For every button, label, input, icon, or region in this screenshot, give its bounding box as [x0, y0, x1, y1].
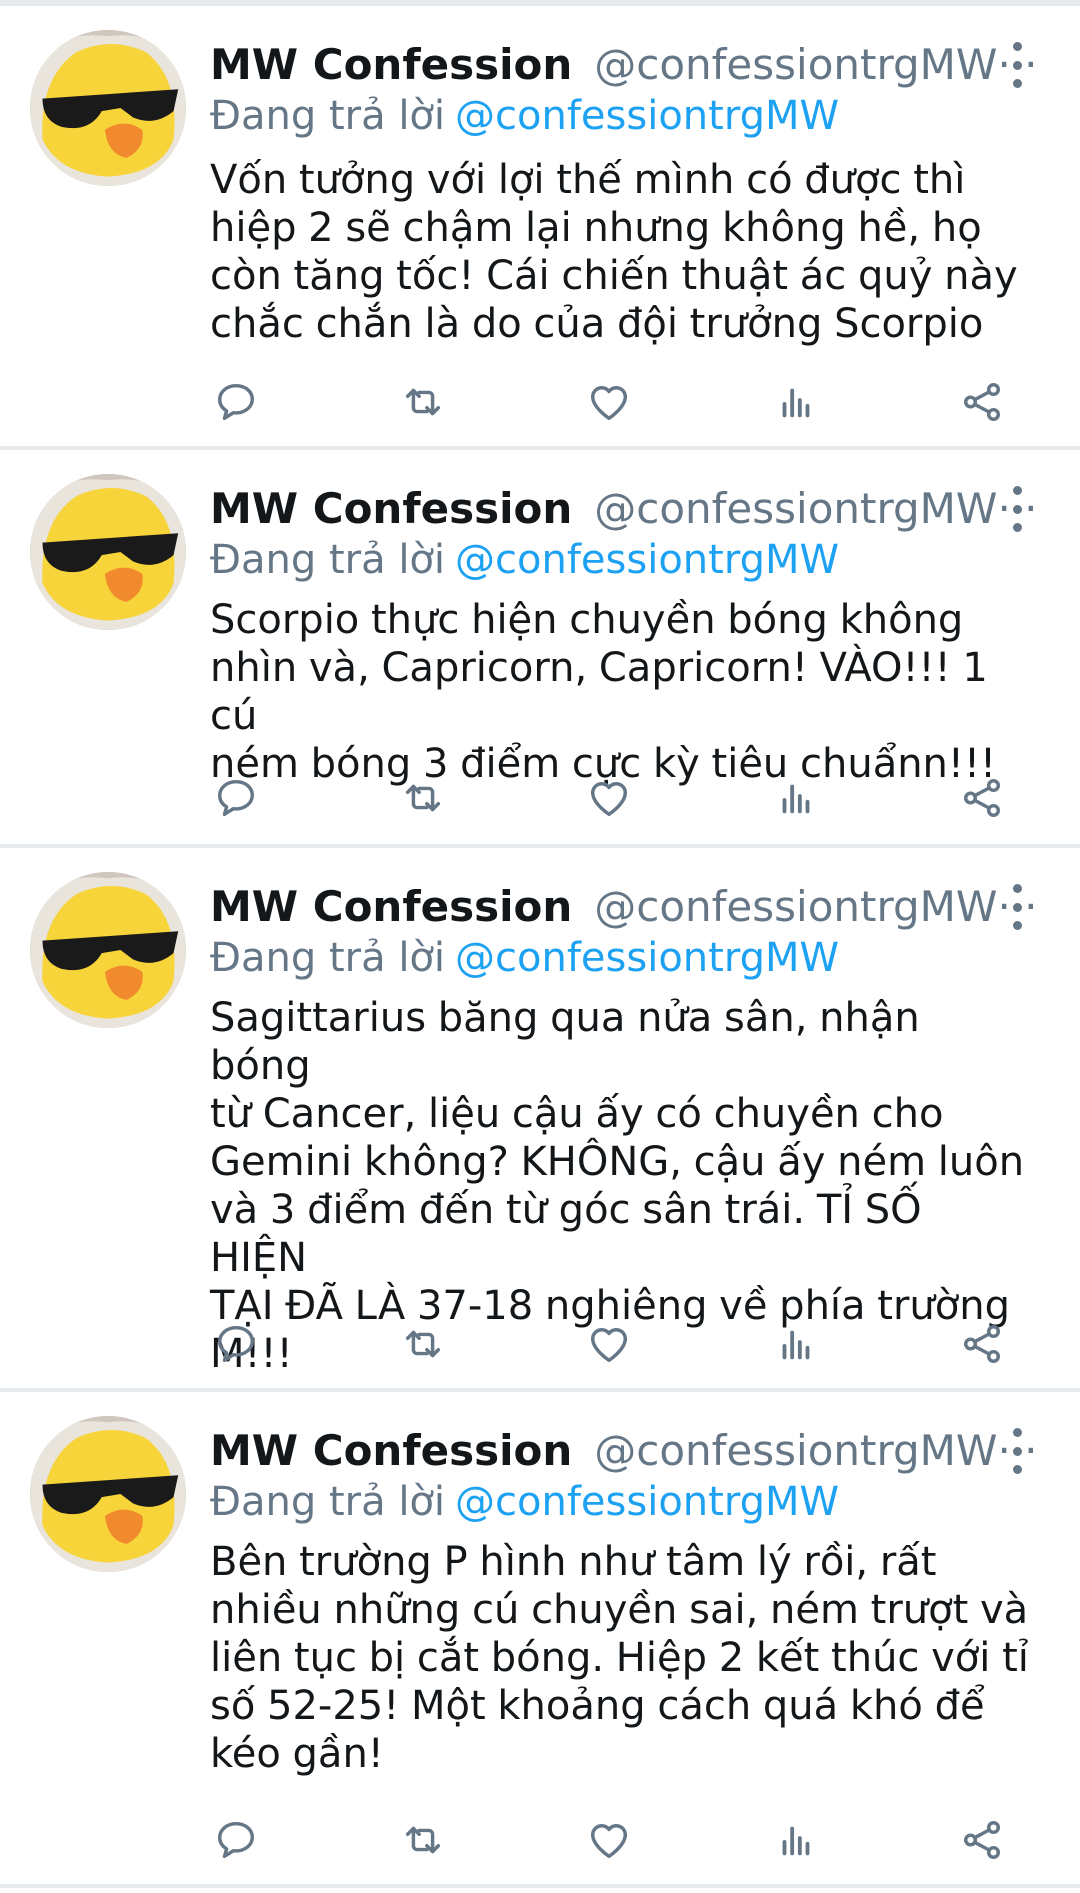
text-line: nhìn và, Capricorn, Capricorn! VÀO!!! 1 …	[210, 645, 988, 739]
replying-to: Đang trả lời @confessiontrgMW	[210, 928, 839, 988]
author-name[interactable]: MW Confession	[210, 882, 572, 931]
author-name[interactable]: MW Confession	[210, 484, 572, 533]
text-line: Bên trường P hình như tâm lý rồi, rất	[210, 1539, 937, 1585]
reply-mention[interactable]: @confessiontrgMW	[455, 93, 839, 139]
text-line: còn tăng tốc! Cái chiến thuật ác quỷ này	[210, 253, 1018, 299]
author-handle[interactable]: @confessiontrgMW···	[594, 484, 1037, 533]
text-line: chắc chắn là do của đội trưởng Scorpio	[210, 301, 984, 347]
retweet-icon[interactable]	[393, 1810, 453, 1870]
analytics-icon[interactable]	[766, 372, 826, 432]
tweet-actions	[0, 1810, 1080, 1870]
tweet-header: MW Confession @confessiontrgMW···	[210, 876, 1038, 936]
author-handle[interactable]: @confessiontrgMW···	[594, 40, 1037, 89]
more-options-icon[interactable]	[1002, 1428, 1032, 1474]
share-icon[interactable]	[952, 768, 1012, 828]
reply-icon[interactable]	[206, 372, 266, 432]
reply-prefix: Đang trả lời	[210, 935, 446, 981]
text-line: và 3 điểm đến từ góc sân trái. TỈ SỐ HIỆ…	[210, 1187, 922, 1281]
tweet-actions	[0, 768, 1080, 828]
text-line: từ Cancer, liệu cậu ấy có chuyền cho	[210, 1091, 944, 1137]
reply-mention[interactable]: @confessiontrgMW	[455, 537, 839, 583]
more-options-icon[interactable]	[1002, 486, 1032, 532]
text-line: hiệp 2 sẽ chậm lại nhưng không hề, họ	[210, 205, 982, 251]
author-handle[interactable]: @confessiontrgMW···	[594, 1426, 1037, 1475]
tweet[interactable]: MW Confession @confessiontrgMW··· Đang t…	[0, 1392, 1080, 1888]
avatar[interactable]	[30, 30, 186, 186]
author-handle[interactable]: @confessiontrgMW···	[594, 882, 1037, 931]
tweet[interactable]: MW Confession @confessiontrgMW··· Đang t…	[0, 450, 1080, 848]
author-name[interactable]: MW Confession	[210, 40, 572, 89]
reply-prefix: Đang trả lời	[210, 93, 446, 139]
analytics-icon[interactable]	[766, 1810, 826, 1870]
reply-prefix: Đang trả lời	[210, 1479, 446, 1525]
retweet-icon[interactable]	[393, 372, 453, 432]
tweet-text: Vốn tưởng với lợi thế mình có được thì h…	[210, 156, 1030, 348]
tweet-header: MW Confession @confessiontrgMW···	[210, 34, 1038, 94]
more-options-icon[interactable]	[1002, 884, 1032, 930]
avatar[interactable]	[30, 872, 186, 1028]
analytics-icon[interactable]	[766, 1314, 826, 1374]
like-icon[interactable]	[579, 372, 639, 432]
retweet-icon[interactable]	[393, 768, 453, 828]
avatar[interactable]	[30, 1416, 186, 1572]
reply-icon[interactable]	[206, 1810, 266, 1870]
reply-mention[interactable]: @confessiontrgMW	[455, 1479, 839, 1525]
tweet[interactable]: MW Confession @confessiontrgMW··· Đang t…	[0, 848, 1080, 1392]
more-options-icon[interactable]	[1002, 42, 1032, 88]
replying-to: Đang trả lời @confessiontrgMW	[210, 1472, 839, 1532]
share-icon[interactable]	[952, 1314, 1012, 1374]
analytics-icon[interactable]	[766, 768, 826, 828]
author-name[interactable]: MW Confession	[210, 1426, 572, 1475]
reply-mention[interactable]: @confessiontrgMW	[455, 935, 839, 981]
tweet-text: Bên trường P hình như tâm lý rồi, rất nh…	[210, 1538, 1030, 1778]
tweet-header: MW Confession @confessiontrgMW···	[210, 1420, 1038, 1480]
tweet-header: MW Confession @confessiontrgMW···	[210, 478, 1038, 538]
text-line: Sagittarius băng qua nửa sân, nhận bóng	[210, 995, 920, 1089]
text-line: nhiều những cú chuyền sai, ném trượt và	[210, 1587, 1029, 1633]
like-icon[interactable]	[579, 768, 639, 828]
avatar[interactable]	[30, 474, 186, 630]
text-line: Vốn tưởng với lợi thế mình có được thì	[210, 157, 966, 203]
text-line: kéo gần!	[210, 1731, 384, 1777]
replying-to: Đang trả lời @confessiontrgMW	[210, 530, 839, 590]
share-icon[interactable]	[952, 1810, 1012, 1870]
text-line: Gemini không? KHÔNG, cậu ấy ném luôn	[210, 1139, 1025, 1185]
reply-prefix: Đang trả lời	[210, 537, 446, 583]
retweet-icon[interactable]	[393, 1314, 453, 1374]
like-icon[interactable]	[579, 1810, 639, 1870]
tweet-actions	[0, 372, 1080, 432]
text-line: liên tục bị cắt bóng. Hiệp 2 kết thúc vớ…	[210, 1635, 1029, 1681]
tweet-actions	[0, 1314, 1080, 1374]
text-line: Scorpio thực hiện chuyền bóng không	[210, 597, 964, 643]
text-line: số 52-25! Một khoảng cách quá khó để	[210, 1683, 985, 1729]
tweet[interactable]: MW Confession @confessiontrgMW··· Đang t…	[0, 6, 1080, 450]
like-icon[interactable]	[579, 1314, 639, 1374]
replying-to: Đang trả lời @confessiontrgMW	[210, 86, 839, 146]
tweet-text: Scorpio thực hiện chuyền bóng không nhìn…	[210, 596, 1030, 788]
reply-icon[interactable]	[206, 1314, 266, 1374]
reply-icon[interactable]	[206, 768, 266, 828]
share-icon[interactable]	[952, 372, 1012, 432]
